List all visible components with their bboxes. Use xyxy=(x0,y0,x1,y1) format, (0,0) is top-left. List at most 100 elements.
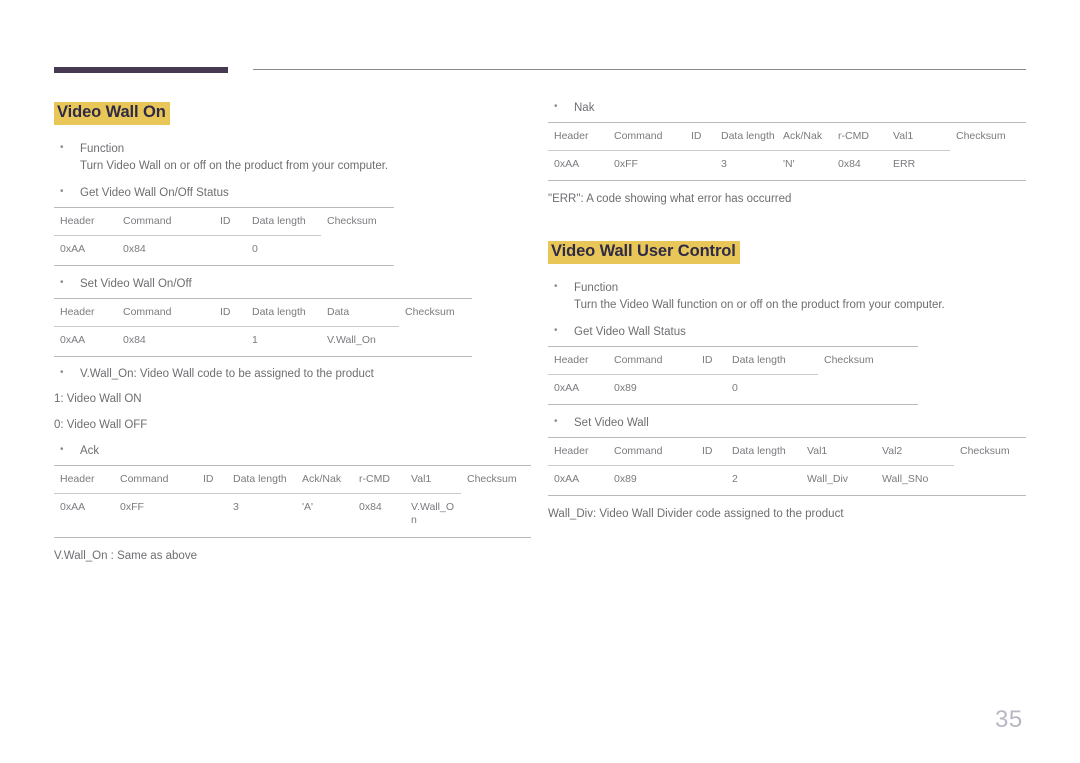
table-header-row: Header Command ID Data length Val1 Val2 … xyxy=(548,437,1026,466)
td-data-length: 2 xyxy=(726,465,801,497)
th-id: ID xyxy=(696,346,726,375)
table-header-row: Header Command ID Data length Checksum xyxy=(548,346,918,375)
td-data-length: 0 xyxy=(726,374,818,405)
td-data-length: 3 xyxy=(715,150,777,182)
td-command: 0xFF xyxy=(608,150,685,182)
th-val2: Val2 xyxy=(876,437,954,466)
td-r-cmd: 0x84 xyxy=(832,150,887,182)
th-id: ID xyxy=(214,207,246,236)
note-video-wall-off: 0: Video Wall OFF xyxy=(54,419,148,432)
td-data-length: 0 xyxy=(246,235,321,267)
td-id xyxy=(197,493,227,538)
th-id: ID xyxy=(696,437,726,466)
th-checksum: Checksum xyxy=(950,122,1026,151)
section-heading-video-wall-user-control: Video Wall User Control xyxy=(548,235,1028,264)
function-label: Function xyxy=(80,142,125,155)
vwall-on-note: V.Wall_On: Video Wall code to be assigne… xyxy=(80,368,374,381)
th-id: ID xyxy=(685,122,715,151)
bullet-set-video-wall-onoff: Set Video Wall On/Off xyxy=(54,275,534,293)
th-header: Header xyxy=(548,122,608,151)
th-val1: Val1 xyxy=(405,465,461,494)
nak-label: Nak xyxy=(574,102,595,114)
td-val1: ERR xyxy=(887,150,950,182)
th-command: Command xyxy=(608,346,696,375)
set-label: Set Video Wall xyxy=(574,416,649,429)
th-data-length: Data length xyxy=(715,122,777,151)
bullet-ack: Ack xyxy=(54,442,534,460)
function-description: Turn the Video Wall function on or off o… xyxy=(574,299,945,311)
table-row: 0xAA 0x89 0 xyxy=(548,374,918,405)
td-ack-nak: 'A' xyxy=(296,493,353,538)
table-row: 0xAA 0x89 2 Wall_Div Wall_SNo xyxy=(548,465,1026,497)
td-val2: Wall_SNo xyxy=(876,465,954,497)
th-header: Header xyxy=(548,346,608,375)
th-data-length: Data length xyxy=(227,465,296,494)
function-description: Turn Video Wall on or off on the product… xyxy=(80,160,389,173)
th-val1: Val1 xyxy=(801,437,876,466)
th-header: Header xyxy=(548,437,608,466)
td-id xyxy=(696,465,726,497)
th-id: ID xyxy=(214,298,246,327)
table-row: 0xAA 0x84 0 xyxy=(54,235,394,267)
td-command: 0xFF xyxy=(114,493,197,538)
table-header-row: Header Command ID Data length Ack/Nak r-… xyxy=(548,122,1026,151)
section-heading-video-wall-on: Video Wall On xyxy=(54,96,534,125)
table-set-video-wall: Header Command ID Data length Val1 Val2 … xyxy=(548,437,1026,497)
table-row: 0xAA 0x84 1 V.Wall_On xyxy=(54,326,472,358)
th-r-cmd: r-CMD xyxy=(353,465,405,494)
th-header: Header xyxy=(54,465,114,494)
th-checksum: Checksum xyxy=(399,298,472,327)
header-rule-line xyxy=(253,69,1026,70)
td-checksum xyxy=(321,235,394,267)
td-checksum xyxy=(399,326,472,358)
header-accent-bar xyxy=(54,67,228,73)
bullet-set-video-wall: Set Video Wall xyxy=(548,414,1028,432)
table-set-video-wall-onoff: Header Command ID Data length Data Check… xyxy=(54,298,472,358)
right-column: Nak Header Command ID Data length Ack/Na… xyxy=(548,99,1028,524)
td-header: 0xAA xyxy=(548,374,608,405)
wall-div-note: Wall_Div: Video Wall Divider code assign… xyxy=(548,508,844,521)
td-header: 0xAA xyxy=(548,150,608,182)
td-id xyxy=(696,374,726,405)
td-id xyxy=(685,150,715,182)
th-command: Command xyxy=(114,465,197,494)
td-checksum xyxy=(954,465,1026,497)
th-command: Command xyxy=(608,122,685,151)
th-data: Data xyxy=(321,298,399,327)
table-header-row: Header Command ID Data length Ack/Nak r-… xyxy=(54,465,531,494)
td-id xyxy=(214,326,246,358)
td-val1: Wall_Div xyxy=(801,465,876,497)
set-label: Set Video Wall On/Off xyxy=(80,278,192,290)
table-nak: Header Command ID Data length Ack/Nak r-… xyxy=(548,122,1026,182)
ack-label: Ack xyxy=(80,445,100,457)
th-command: Command xyxy=(117,298,214,327)
td-header: 0xAA xyxy=(548,465,608,497)
th-r-cmd: r-CMD xyxy=(832,122,887,151)
table-header-row: Header Command ID Data length Data Check… xyxy=(54,298,472,327)
td-data: V.Wall_On xyxy=(321,326,399,358)
bullet-get-status: Get Video Wall On/Off Status xyxy=(54,184,534,202)
th-checksum: Checksum xyxy=(818,346,918,374)
table-row: 0xAA 0xFF 3 'N' 0x84 ERR xyxy=(548,150,1026,182)
th-id: ID xyxy=(197,465,227,494)
th-ack-nak: Ack/Nak xyxy=(777,122,832,151)
get-status-label: Get Video Wall On/Off Status xyxy=(80,186,229,199)
err-note: "ERR": A code showing what error has occ… xyxy=(548,193,792,206)
th-data-length: Data length xyxy=(726,437,801,466)
th-checksum: Checksum xyxy=(954,437,1026,466)
table-ack: Header Command ID Data length Ack/Nak r-… xyxy=(54,465,531,538)
th-checksum: Checksum xyxy=(461,465,531,494)
td-header: 0xAA xyxy=(54,493,114,538)
th-ack-nak: Ack/Nak xyxy=(296,465,353,494)
th-command: Command xyxy=(117,207,214,236)
function-label: Function xyxy=(574,281,619,294)
th-data-length: Data length xyxy=(726,346,818,375)
get-status-label: Get Video Wall Status xyxy=(574,325,686,338)
table-row: 0xAA 0xFF 3 'A' 0x84 V.Wall_On xyxy=(54,493,531,538)
page-number: 35 xyxy=(995,706,1023,733)
td-command: 0x89 xyxy=(608,465,696,497)
table-header-row: Header Command ID Data length Checksum xyxy=(54,207,394,236)
td-checksum xyxy=(818,374,918,405)
td-header: 0xAA xyxy=(54,235,117,267)
th-command: Command xyxy=(608,437,696,466)
